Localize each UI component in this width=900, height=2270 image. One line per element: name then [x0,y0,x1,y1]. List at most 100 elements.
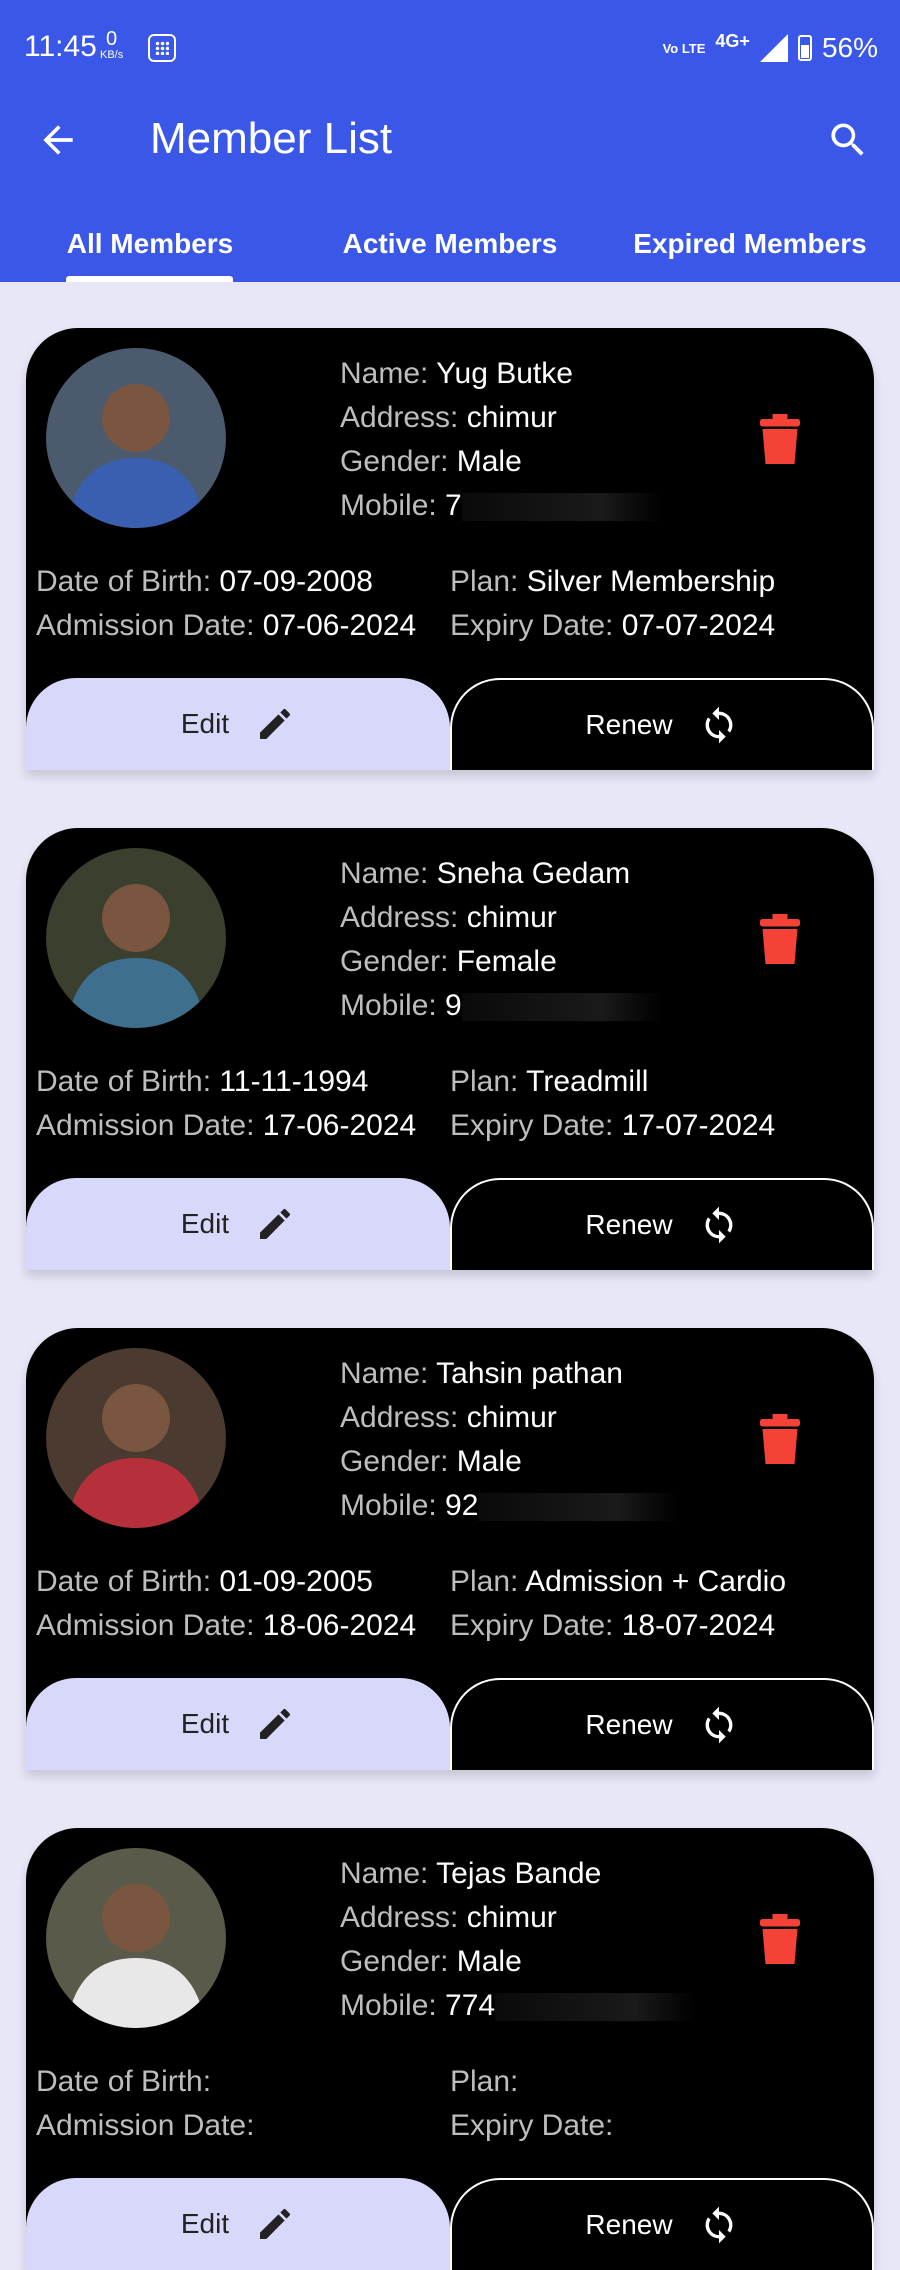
page-title: Member List [150,114,393,163]
member-address: chimur [466,1401,557,1434]
edit-button[interactable]: Edit [26,1178,450,1270]
expiry-label: Expiry Date: [450,1109,622,1142]
member-dob: 11-11-1994 [219,1065,369,1098]
gender-label: Gender: [340,1945,457,1978]
member-dates-right: Plan: Silver Membership Expiry Date: 07-… [450,560,775,648]
member-photo [46,1848,226,2028]
trash-icon[interactable] [760,414,800,464]
app-bar: Member List All Members Active Members E… [0,96,900,282]
member-plan: Admission + Cardio [525,1565,787,1598]
member-address: chimur [466,901,557,934]
member-dates-right: Plan: Expiry Date: [450,2060,613,2148]
battery-percent: 56% [821,32,878,63]
refresh-icon [705,2206,733,2244]
member-admission-date: 17-06-2024 [262,1109,417,1142]
member-card[interactable]: Name: Yug Butke Address: chimur Gender: … [26,328,874,770]
plan-label: Plan: [450,565,527,598]
admission-label: Admission Date: [36,2109,255,2142]
refresh-icon [705,1206,733,1244]
member-dates-left: Date of Birth: Admission Date: [36,2060,254,2148]
mobile-redaction [478,1493,679,1522]
renew-label: Renew [585,1209,673,1240]
name-label: Name: [340,857,437,890]
trash-icon[interactable] [760,914,800,964]
expiry-label: Expiry Date: [450,2109,614,2142]
name-label: Name: [340,1357,437,1390]
mobile-redaction [461,493,662,522]
mobile-redaction [495,1993,696,2022]
member-admission-date: 18-06-2024 [262,1609,417,1642]
edit-label: Edit [180,1208,230,1239]
member-card[interactable]: Name: Sneha Gedam Address: chimur Gender… [26,828,874,1270]
member-mobile: 774 [445,1989,496,2022]
renew-label: Renew [585,2209,673,2240]
address-label: Address: [340,1401,467,1434]
gender-label: Gender: [340,445,457,478]
tab-active-members[interactable]: Active Members [300,216,600,282]
member-name: Tejas Bande [436,1857,602,1890]
arrow-left-icon[interactable] [36,118,80,162]
pencil-icon [260,709,291,739]
member-mobile: 92 [445,1489,479,1522]
gender-label: Gender: [340,945,457,978]
member-mobile: 7 [445,489,462,522]
trash-icon[interactable] [760,1414,800,1464]
volte-icon: Vo LTE [662,40,706,56]
admission-label: Admission Date: [36,1609,263,1642]
member-photo [46,848,226,1028]
status-bar: 11:45 0 KB/s Vo LTE 4G+ 56% [0,0,900,96]
member-address: chimur [466,401,557,434]
status-network-speed: 0 KB/s [100,28,124,61]
battery-icon [797,35,812,61]
tab-all-members[interactable]: All Members [0,216,300,282]
member-dates-left: Date of Birth: 07-09-2008 Admission Date… [36,560,416,648]
dob-label: Date of Birth: [36,565,220,598]
status-time: 11:45 [24,30,97,63]
search-icon[interactable] [826,118,870,162]
avatar [46,1848,226,2028]
member-info: Name: Tejas Bande Address: chimur Gender… [340,1852,696,2028]
address-label: Address: [340,901,467,934]
member-name: Yug Butke [436,357,573,390]
member-dates-right: Plan: Treadmill Expiry Date: 17-07-2024 [450,1060,775,1148]
member-expiry-date: 07-07-2024 [621,609,776,642]
calculator-notification-icon [148,34,176,62]
member-info: Name: Sneha Gedam Address: chimur Gender… [340,852,662,1028]
mobile-label: Mobile: [340,1989,446,2022]
address-label: Address: [340,401,467,434]
member-info: Name: Yug Butke Address: chimur Gender: … [340,352,662,528]
member-dob: 01-09-2005 [219,1565,373,1598]
plan-label: Plan: [450,1065,527,1098]
admission-label: Admission Date: [36,1109,263,1142]
mobile-redaction [461,993,662,1022]
member-card[interactable]: Name: Tahsin pathan Address: chimur Gend… [26,1328,874,1770]
edit-button[interactable]: Edit [26,1678,450,1770]
refresh-icon [705,706,733,744]
member-photo [46,1348,226,1528]
dob-label: Date of Birth: [36,1065,220,1098]
trash-icon[interactable] [760,1914,800,1964]
renew-button[interactable]: Renew [450,1178,874,1270]
pencil-icon [260,1709,291,1739]
status-indicators: Vo LTE 4G+ 56% [662,31,878,64]
pencil-icon [260,1209,291,1239]
renew-button[interactable]: Renew [450,1678,874,1770]
mobile-label: Mobile: [340,1489,446,1522]
renew-button[interactable]: Renew [450,678,874,770]
expiry-label: Expiry Date: [450,1609,622,1642]
member-dates-left: Date of Birth: 01-09-2005 Admission Date… [36,1560,416,1648]
refresh-icon [705,1706,733,1744]
admission-label: Admission Date: [36,609,263,642]
edit-button[interactable]: Edit [26,2178,450,2270]
gender-label: Gender: [340,1445,457,1478]
member-card[interactable]: Name: Tejas Bande Address: chimur Gender… [26,1828,874,2270]
plan-label: Plan: [450,1565,526,1598]
avatar [46,348,226,528]
edit-button[interactable]: Edit [26,678,450,770]
tab-expired-members[interactable]: Expired Members [600,216,900,282]
pencil-icon [260,2209,291,2239]
mobile-label: Mobile: [340,489,446,522]
member-dob: 07-09-2008 [219,565,373,598]
avatar [46,1348,226,1528]
renew-button[interactable]: Renew [450,2178,874,2270]
